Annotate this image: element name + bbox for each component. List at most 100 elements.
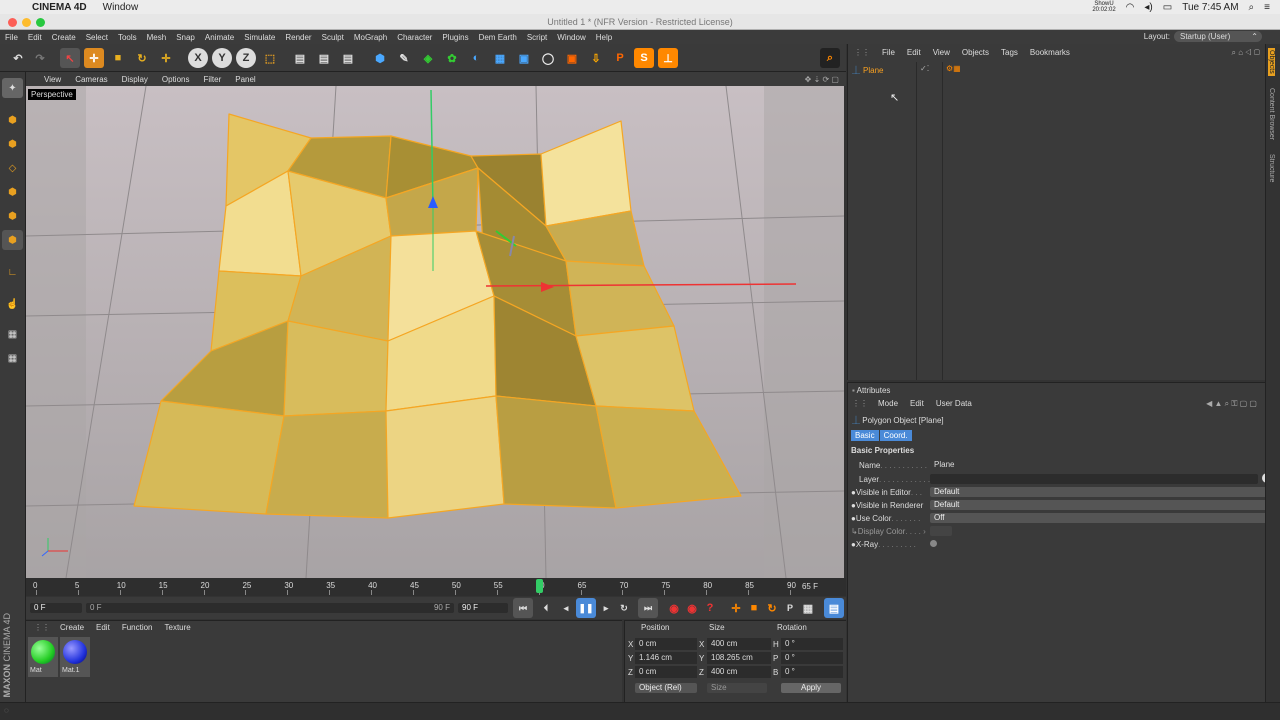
wifi-icon[interactable]: ◠ [1126, 2, 1135, 13]
workplane-icon[interactable]: ⊥ [658, 48, 678, 68]
notification-icon[interactable]: ≡ [1264, 2, 1270, 13]
redo-icon[interactable]: ↷ [30, 48, 50, 68]
snap-icon[interactable]: S [634, 48, 654, 68]
display-color-swatch[interactable] [930, 526, 952, 536]
move-tool-icon[interactable]: ✛ [84, 48, 104, 68]
polygons-mode-icon[interactable]: ⬢ [2, 230, 23, 250]
rotation-p-field[interactable]: 0 ° [781, 652, 843, 664]
obj-search-icon[interactable]: ⌕ ⌂ ◁ ▢ [1226, 48, 1266, 61]
end-frame-field[interactable]: 90 F [458, 603, 508, 613]
points-mode-icon[interactable]: ⬢ [2, 182, 23, 202]
light-icon[interactable]: ◯ [538, 48, 558, 68]
rotation-b-field[interactable]: 0 ° [781, 666, 843, 678]
material-swatch[interactable]: Mat.1 [60, 637, 90, 677]
material-menu-texture[interactable]: Texture [159, 623, 197, 632]
visibility-toggle-icon[interactable]: ✓⁚ [920, 64, 929, 73]
menu-tools[interactable]: Tools [113, 33, 142, 42]
model-mode-icon[interactable]: ⬢ [2, 110, 23, 130]
side-tab-objects[interactable]: Objects [1268, 48, 1275, 76]
x-axis-lock-icon[interactable]: X [188, 48, 208, 68]
zoom-window-icon[interactable] [36, 18, 45, 27]
tag-icon[interactable]: ▣ [562, 48, 582, 68]
use-color-select[interactable]: Off [930, 513, 1270, 523]
key-parameter-icon[interactable]: P [780, 598, 800, 618]
obj-menu-edit[interactable]: Edit [901, 48, 927, 61]
previous-key-icon[interactable]: ⏴ [536, 598, 556, 618]
side-tab-structure[interactable]: Structure [1268, 154, 1275, 182]
subdivision-icon[interactable]: ◈ [418, 48, 438, 68]
make-editable-icon[interactable]: ✦ [2, 78, 23, 98]
name-field[interactable]: Plane [930, 460, 1270, 470]
coord-mode-select[interactable]: Object (Rel) [635, 683, 697, 693]
pen-spline-icon[interactable]: ✎ [394, 48, 414, 68]
obj-menu-view[interactable]: View [927, 48, 956, 61]
floor-icon[interactable]: ▦ [490, 48, 510, 68]
size-x-field[interactable]: 400 cm [707, 638, 771, 650]
workplane-mode-icon[interactable]: ◇ [2, 158, 23, 178]
pause-icon[interactable]: ❚❚ [576, 598, 596, 618]
battery-icon[interactable]: ▭ [1163, 2, 1172, 13]
material-menu-create[interactable]: Create [54, 623, 90, 632]
object-row-plane[interactable]: ⏊ Plane [852, 64, 883, 76]
visible-in-renderer-select[interactable]: Default [930, 500, 1270, 510]
mac-window-menu[interactable]: Window [103, 2, 139, 13]
attr-menu-user-data[interactable]: User Data [930, 399, 978, 408]
tweak-mode-icon[interactable]: ☝ [2, 294, 23, 314]
position-x-field[interactable]: 0 cm [635, 638, 697, 650]
rotation-h-field[interactable]: 0 ° [781, 638, 843, 650]
viewport-menu-cameras[interactable]: Cameras [68, 75, 114, 84]
menu-plugins[interactable]: Plugins [437, 33, 473, 42]
key-pla-icon[interactable]: ▦ [798, 598, 818, 618]
autokey-icon[interactable]: ◉ [682, 598, 702, 618]
obj-menu-objects[interactable]: Objects [956, 48, 995, 61]
position-z-field[interactable]: 0 cm [635, 666, 697, 678]
menu-snap[interactable]: Snap [171, 33, 200, 42]
obj-menu-tags[interactable]: Tags [995, 48, 1024, 61]
key-position-icon[interactable]: ✛ [726, 598, 746, 618]
search-icon[interactable]: ⌕ [820, 48, 840, 68]
timeline-playhead[interactable] [535, 579, 543, 593]
timeline-ruler[interactable]: 051015202530354045505560657075808590 65 … [26, 578, 846, 596]
axis-mode-icon[interactable]: ∟ [2, 262, 23, 282]
material-menu-function[interactable]: Function [116, 623, 159, 632]
rotate-tool-icon[interactable]: ↻ [132, 48, 152, 68]
record-icon[interactable]: ◉ [664, 598, 684, 618]
locked-workplane-icon[interactable]: ▦ [2, 348, 23, 368]
position-y-field[interactable]: 1.146 cm [635, 652, 697, 664]
psr-icon[interactable]: P [610, 48, 630, 68]
next-frame-icon[interactable]: ▸ [596, 598, 616, 618]
menu-create[interactable]: Create [47, 33, 81, 42]
attr-nav-icons[interactable]: ◀ ▲ ⌕ ⚿ ▢ ▢ [1206, 399, 1257, 409]
menu-dem-earth[interactable]: Dem Earth [474, 33, 522, 42]
phong-tag-icon[interactable]: ⚙▦ [946, 64, 961, 73]
tab-coord[interactable]: Coord. [879, 430, 912, 441]
menu-mograph[interactable]: MoGraph [349, 33, 392, 42]
cloner-icon[interactable]: ✿ [442, 48, 462, 68]
menu-select[interactable]: Select [81, 33, 113, 42]
key-scale-icon[interactable]: ■ [744, 598, 764, 618]
keyframe-selection-icon[interactable]: ? [700, 598, 720, 618]
obj-menu-bookmarks[interactable]: Bookmarks [1024, 48, 1076, 61]
viewport-nav-icons[interactable]: ✥ ⇣ ⟳ ▢ [798, 75, 846, 84]
key-rotation-icon[interactable]: ↻ [762, 598, 782, 618]
clock[interactable]: Tue 7:45 AM [1182, 2, 1238, 13]
cube-icon[interactable]: ⬢ [370, 48, 390, 68]
go-to-end-icon[interactable]: ⏭ [638, 598, 658, 618]
obj-menu-file[interactable]: File [876, 48, 901, 61]
viewport-menu-display[interactable]: Display [115, 75, 155, 84]
menu-simulate[interactable]: Simulate [239, 33, 280, 42]
layer-field[interactable] [930, 474, 1258, 484]
size-z-field[interactable]: 400 cm [707, 666, 771, 678]
menu-file[interactable]: File [0, 33, 23, 42]
viewport-menu-filter[interactable]: Filter [196, 75, 228, 84]
frame-range-slider[interactable]: 0 F 90 F [86, 603, 454, 613]
start-frame-field[interactable]: 0 F [30, 603, 82, 613]
viewport[interactable] [26, 86, 844, 578]
viewport-menu-view[interactable]: View [26, 75, 68, 84]
render-view-icon[interactable]: ▤ [290, 48, 310, 68]
render-settings-icon[interactable]: ▤ [338, 48, 358, 68]
app-name[interactable]: CINEMA 4D [32, 2, 87, 13]
menu-mesh[interactable]: Mesh [142, 33, 172, 42]
menu-edit[interactable]: Edit [23, 33, 47, 42]
volume-icon[interactable]: ◂) [1144, 2, 1152, 13]
